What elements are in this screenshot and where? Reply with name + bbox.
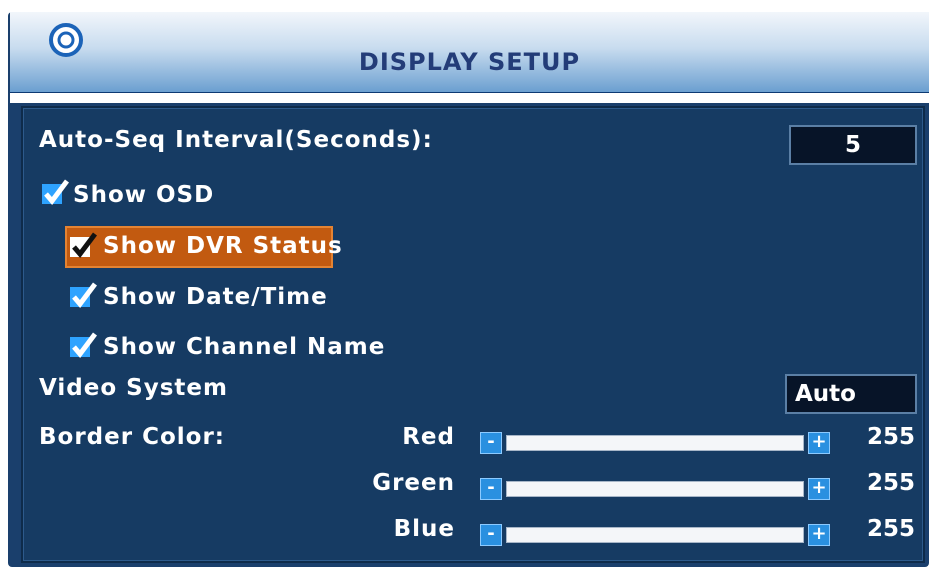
show-dvr-status-label[interactable]: Show DVR Status	[103, 233, 343, 259]
show-date-time-checkbox-icon[interactable]	[69, 282, 97, 310]
green-label: Green	[372, 470, 455, 496]
green-slider[interactable]	[506, 481, 804, 497]
show-osd-checkbox-icon[interactable]	[41, 179, 69, 207]
auto-seq-value-field[interactable]: 5	[789, 125, 917, 165]
green-plus-button[interactable]: +	[808, 478, 830, 500]
red-plus-button[interactable]: +	[808, 432, 830, 454]
auto-seq-label: Auto-Seq Interval(Seconds):	[39, 127, 433, 153]
red-label: Red	[402, 424, 455, 450]
blue-plus-button[interactable]: +	[808, 524, 830, 546]
title-separator	[10, 93, 929, 103]
blue-slider-fill	[507, 528, 803, 542]
green-minus-button[interactable]: -	[480, 478, 502, 500]
show-dvr-status-checkbox-icon[interactable]	[69, 232, 97, 260]
green-value: 255	[866, 470, 915, 496]
blue-minus-button[interactable]: -	[480, 524, 502, 546]
video-system-label: Video System	[39, 375, 228, 401]
border-color-label: Border Color:	[39, 424, 225, 450]
red-minus-button[interactable]: -	[480, 432, 502, 454]
video-system-select[interactable]: Auto	[785, 374, 917, 414]
page-title: DISPLAY SETUP	[358, 48, 581, 76]
settings-panel: Auto-Seq Interval(Seconds): 5 Show OSD S…	[21, 106, 925, 563]
blue-value: 255	[866, 516, 915, 542]
blue-label: Blue	[393, 516, 455, 542]
green-slider-fill	[507, 482, 803, 496]
title-bar: DISPLAY SETUP	[10, 12, 929, 93]
show-date-time-label[interactable]: Show Date/Time	[103, 284, 328, 310]
show-channel-name-label[interactable]: Show Channel Name	[103, 334, 385, 360]
show-osd-label[interactable]: Show OSD	[73, 182, 214, 208]
show-channel-name-checkbox-icon[interactable]	[69, 332, 97, 360]
red-value: 255	[866, 424, 915, 450]
red-slider[interactable]	[506, 435, 804, 451]
red-slider-fill	[507, 436, 803, 450]
blue-slider[interactable]	[506, 527, 804, 543]
